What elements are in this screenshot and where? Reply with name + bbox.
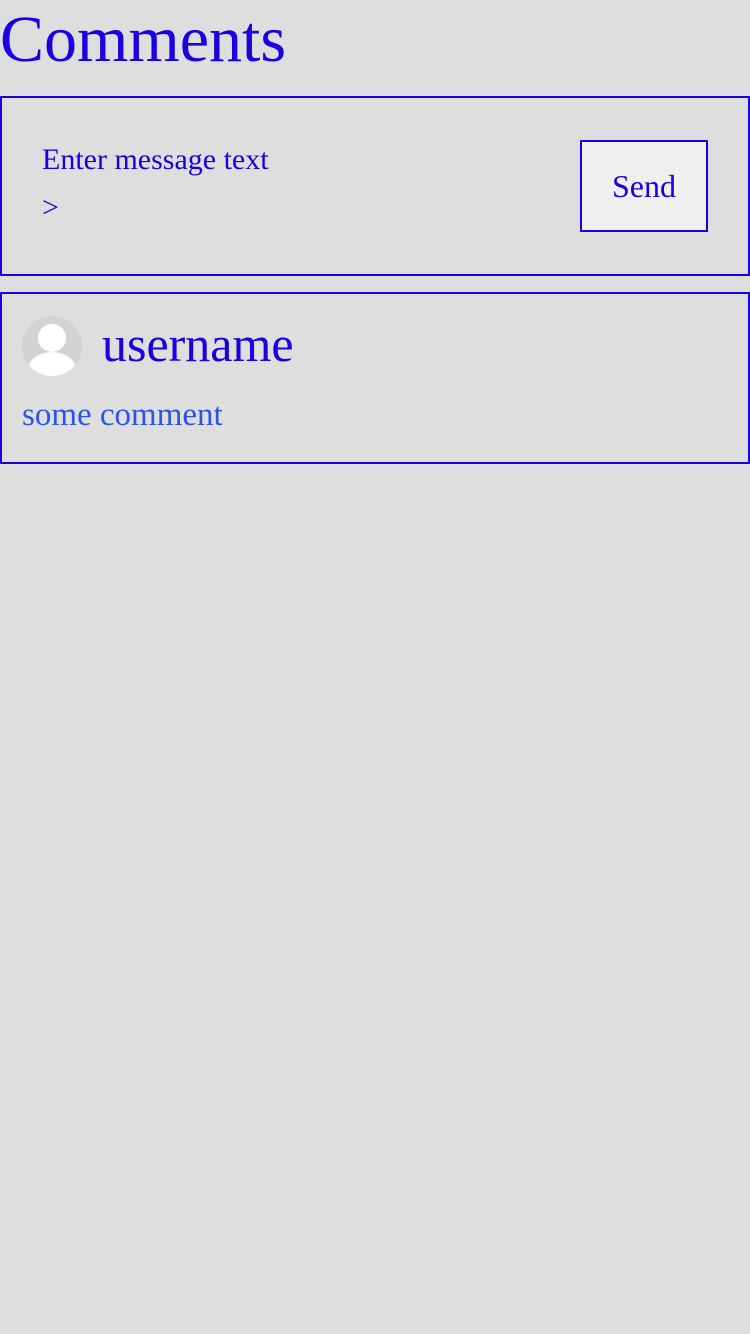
- comment-text: some comment: [22, 397, 223, 433]
- comment-composer: Send: [0, 96, 750, 276]
- message-input[interactable]: [42, 136, 282, 236]
- page-title: Comments: [0, 3, 287, 76]
- avatar: [22, 316, 82, 376]
- comment-card: username some comment: [0, 292, 750, 464]
- default-user-avatar-icon: [22, 316, 82, 376]
- send-button[interactable]: Send: [580, 140, 708, 232]
- comment-username: username: [102, 316, 294, 372]
